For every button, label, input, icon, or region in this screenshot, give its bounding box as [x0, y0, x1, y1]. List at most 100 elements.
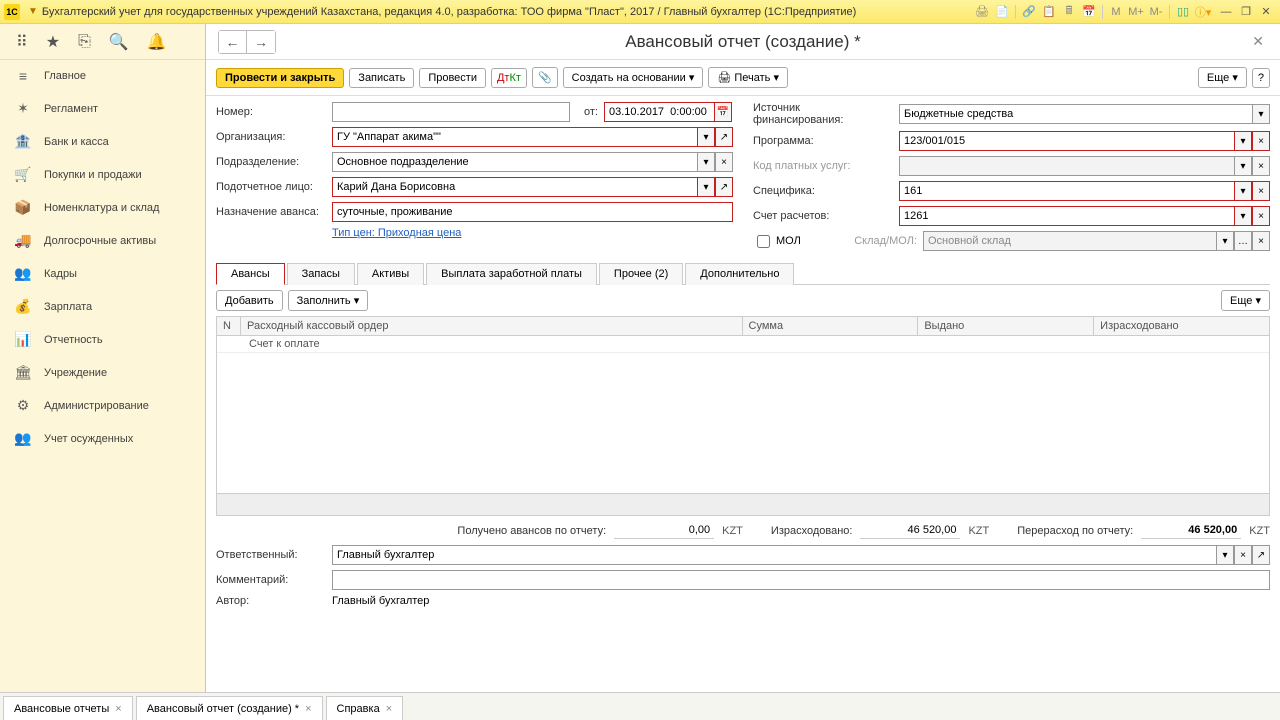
- sidebar-item-2[interactable]: 🏦Банк и касса: [0, 125, 205, 158]
- specifika-input[interactable]: [899, 181, 1234, 201]
- purpose-label: Назначение аванса:: [216, 206, 326, 218]
- specifika-clear[interactable]: ×: [1252, 181, 1270, 201]
- paidserv-label: Код платных услуг:: [753, 160, 893, 172]
- nav-forward[interactable]: →: [247, 31, 275, 53]
- tb-m[interactable]: M: [1107, 3, 1125, 21]
- person-dropdown[interactable]: ▾: [697, 177, 715, 197]
- sidebar-item-8[interactable]: 📊Отчетность: [0, 323, 205, 356]
- sidebar-item-10[interactable]: ⚙Администрирование: [0, 389, 205, 422]
- tb-icon-4[interactable]: 📋: [1040, 3, 1058, 21]
- tab-more-button[interactable]: Еще ▾: [1221, 290, 1270, 311]
- account-input[interactable]: [899, 206, 1234, 226]
- tab-2[interactable]: Активы: [357, 263, 424, 285]
- program-dropdown[interactable]: ▾: [1234, 131, 1252, 151]
- tab-3[interactable]: Выплата заработной платы: [426, 263, 597, 285]
- clipboard-icon[interactable]: ⎘: [78, 33, 91, 51]
- minimize-button[interactable]: —: [1216, 3, 1236, 21]
- tb-icon-2[interactable]: 📄: [993, 3, 1011, 21]
- fill-button[interactable]: Заполнить ▾: [288, 290, 369, 311]
- bottom-tab-0[interactable]: Авансовые отчеты×: [3, 696, 133, 720]
- tb-panels[interactable]: ▯▯: [1174, 3, 1192, 21]
- nav-icon: 👥: [14, 430, 32, 447]
- app-menu-dropdown[interactable]: ▼: [28, 6, 38, 17]
- org-open[interactable]: ↗: [715, 127, 733, 147]
- received-value: 0,00: [614, 522, 714, 539]
- close-icon[interactable]: ×: [115, 703, 121, 715]
- post-and-close-button[interactable]: Провести и закрыть: [216, 68, 344, 88]
- close-page-button[interactable]: ✕: [1248, 33, 1268, 50]
- close-button[interactable]: ✕: [1256, 3, 1276, 21]
- purpose-input[interactable]: [332, 202, 733, 222]
- search-icon[interactable]: 🔍: [109, 32, 129, 52]
- sidebar-item-1[interactable]: ✶Регламент: [0, 92, 205, 125]
- create-based-button[interactable]: Создать на основании ▾: [563, 67, 704, 88]
- nav-back[interactable]: ←: [219, 31, 247, 53]
- sidebar-item-0[interactable]: ≡Главное: [0, 60, 205, 92]
- warehouse-more: …: [1234, 231, 1252, 251]
- tb-mminus[interactable]: M-: [1147, 3, 1165, 21]
- dept-input[interactable]: [332, 152, 697, 172]
- org-input[interactable]: [332, 127, 697, 147]
- sidebar-item-3[interactable]: 🛒Покупки и продажи: [0, 158, 205, 191]
- dept-clear[interactable]: ×: [715, 152, 733, 172]
- program-clear[interactable]: ×: [1252, 131, 1270, 151]
- tb-mplus[interactable]: M+: [1127, 3, 1145, 21]
- account-input-group: ▾ ×: [899, 206, 1270, 226]
- number-input[interactable]: [332, 102, 570, 122]
- bottom-tab-2[interactable]: Справка×: [326, 696, 404, 720]
- bell-icon[interactable]: 🔔: [147, 32, 167, 52]
- tb-icon-calendar[interactable]: 📅: [1080, 3, 1098, 21]
- account-dropdown[interactable]: ▾: [1234, 206, 1252, 226]
- more-button[interactable]: Еще ▾: [1198, 67, 1247, 88]
- save-button[interactable]: Записать: [349, 68, 414, 88]
- tb-help[interactable]: ⓘ▾: [1194, 3, 1212, 21]
- dept-dropdown[interactable]: ▾: [697, 152, 715, 172]
- calendar-icon[interactable]: 📅: [714, 102, 732, 122]
- resp-dropdown[interactable]: ▾: [1216, 545, 1234, 565]
- close-icon[interactable]: ×: [305, 703, 311, 715]
- org-dropdown[interactable]: ▾: [697, 127, 715, 147]
- sidebar-item-5[interactable]: 🚚Долгосрочные активы: [0, 224, 205, 257]
- tb-icon-3[interactable]: 🔗: [1020, 3, 1038, 21]
- resp-open[interactable]: ↗: [1252, 545, 1270, 565]
- tab-0[interactable]: Авансы: [216, 263, 285, 285]
- resp-clear[interactable]: ×: [1234, 545, 1252, 565]
- nav-icon: ≡: [14, 68, 32, 84]
- price-type-link[interactable]: Тип цен: Приходная цена: [332, 227, 461, 239]
- favorites-icon[interactable]: ★: [46, 32, 60, 52]
- person-open[interactable]: ↗: [715, 177, 733, 197]
- attach-button[interactable]: 📎: [532, 67, 558, 88]
- account-clear[interactable]: ×: [1252, 206, 1270, 226]
- sidebar-item-7[interactable]: 💰Зарплата: [0, 290, 205, 323]
- nav-icon: 🏦: [14, 133, 32, 150]
- print-button[interactable]: 🖨 Печать ▾: [708, 67, 788, 88]
- tab-1[interactable]: Запасы: [287, 263, 355, 285]
- specifika-dropdown[interactable]: ▾: [1234, 181, 1252, 201]
- post-button[interactable]: Провести: [419, 68, 486, 88]
- date-input[interactable]: [604, 102, 714, 122]
- sidebar-item-11[interactable]: 👥Учет осужденных: [0, 422, 205, 455]
- sidebar-item-6[interactable]: 👥Кадры: [0, 257, 205, 290]
- table-body[interactable]: [217, 353, 1269, 493]
- tab-5[interactable]: Дополнительно: [685, 263, 794, 285]
- close-icon[interactable]: ×: [386, 703, 392, 715]
- bottom-tab-1[interactable]: Авансовый отчет (создание) *×: [136, 696, 323, 720]
- tb-icon-calc[interactable]: 🖩: [1060, 3, 1078, 21]
- apps-icon[interactable]: ⠿: [16, 32, 28, 52]
- comment-input[interactable]: [332, 570, 1270, 590]
- tb-icon-1[interactable]: 🖨: [973, 3, 991, 21]
- person-input[interactable]: [332, 177, 697, 197]
- program-input[interactable]: [899, 131, 1234, 151]
- source-input[interactable]: [899, 104, 1252, 124]
- sidebar-item-4[interactable]: 📦Номенклатура и склад: [0, 191, 205, 224]
- resp-input[interactable]: [332, 545, 1216, 565]
- help-button[interactable]: ?: [1252, 68, 1270, 88]
- dept-input-group: ▾ ×: [332, 152, 733, 172]
- add-button[interactable]: Добавить: [216, 290, 283, 311]
- maximize-button[interactable]: ❐: [1236, 3, 1256, 21]
- tab-4[interactable]: Прочее (2): [599, 263, 683, 285]
- sidebar-item-9[interactable]: 🏛Учреждение: [0, 356, 205, 389]
- dtkt-button[interactable]: ДтКт: [491, 68, 527, 88]
- source-dropdown[interactable]: ▾: [1252, 104, 1270, 124]
- mol-checkbox[interactable]: [757, 235, 770, 248]
